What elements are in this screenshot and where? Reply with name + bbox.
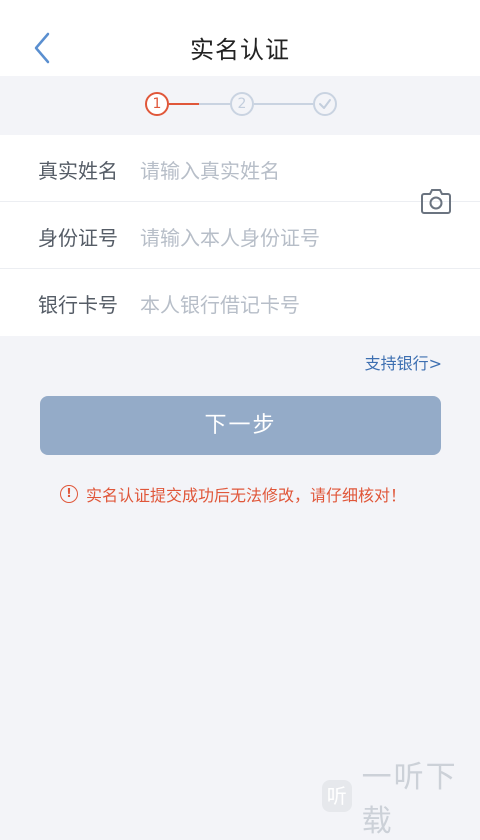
step-connector (254, 103, 313, 105)
page-title: 实名认证 (190, 36, 290, 64)
check-icon (319, 99, 331, 109)
camera-scan-button[interactable] (418, 185, 454, 217)
name-label: 真实姓名 (38, 159, 118, 183)
step-1-indicator: 1 (145, 92, 169, 116)
warning-icon: ! (60, 485, 78, 503)
watermark-logo: 听 (322, 780, 352, 812)
step-connector (199, 103, 230, 105)
identity-form: 真实姓名 请输入真实姓名 身份证号 请输入本人身份证号 银行卡号 本人银行借记卡… (0, 135, 480, 336)
camera-icon (421, 189, 451, 214)
id-number-label: 身份证号 (38, 226, 118, 250)
warning-text: 实名认证提交成功后无法修改，请仔细核对！ (86, 486, 407, 505)
next-step-button[interactable]: 下一步 (40, 396, 441, 455)
warning-message: ! 实名认证提交成功后无法修改，请仔细核对！ (60, 482, 406, 506)
watermark: 听 一听下载 (322, 752, 480, 840)
step-2-indicator: 2 (230, 92, 254, 116)
bank-card-input[interactable]: 本人银行借记卡号 (140, 289, 300, 318)
watermark-text: 一听下载 (361, 760, 458, 839)
bank-card-label: 银行卡号 (38, 293, 118, 317)
supported-banks-link[interactable]: 支持银行> (365, 350, 442, 374)
bank-row[interactable]: 银行卡号 本人银行借记卡号 (0, 269, 480, 335)
step-3-indicator (313, 92, 337, 116)
step-connector-active (169, 103, 199, 105)
id-number-input[interactable]: 请输入本人身份证号 (140, 222, 320, 251)
id-row[interactable]: 身份证号 请输入本人身份证号 (0, 202, 480, 268)
header-bar: 实名认证 (0, 0, 480, 76)
progress-steps: 1 2 (0, 76, 480, 134)
name-row[interactable]: 真实姓名 请输入真实姓名 (0, 135, 480, 201)
name-input[interactable]: 请输入真实姓名 (140, 155, 280, 184)
